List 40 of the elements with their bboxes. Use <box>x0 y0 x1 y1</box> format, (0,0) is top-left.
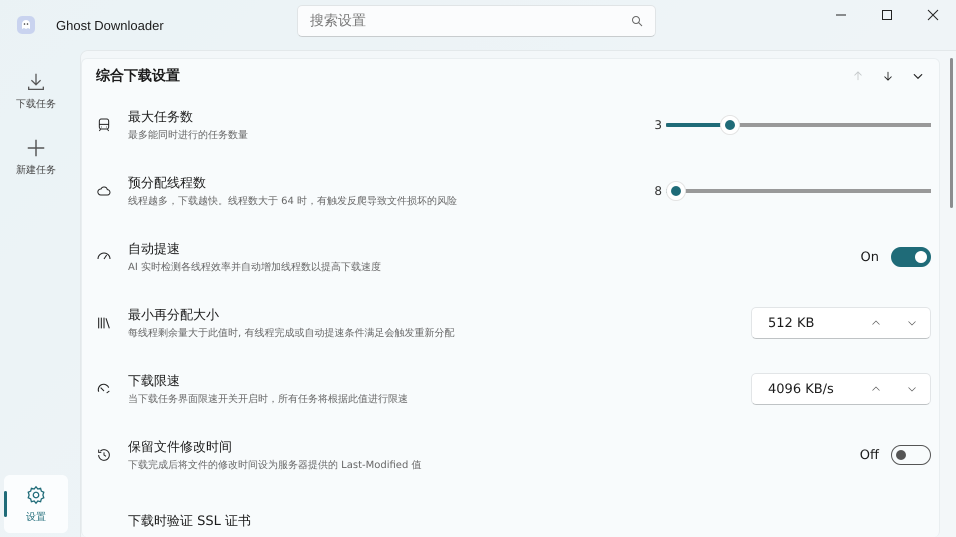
sidebar-item[interactable]: 下载任务 <box>4 62 68 120</box>
setting-title: 最大任务数 <box>128 109 194 126</box>
search-icon <box>631 15 643 27</box>
close-icon <box>927 9 939 21</box>
setting-title: 下载时验证 SSL 证书 <box>128 513 252 530</box>
search-field[interactable]: 搜索设置 <box>297 5 656 37</box>
download-icon <box>25 71 47 93</box>
setting-title: 预分配线程数 <box>128 175 207 192</box>
scrollbar[interactable] <box>950 58 953 208</box>
sidebar-item[interactable]: 新建任务 <box>4 128 68 186</box>
spin-box[interactable]: 512 KB <box>751 307 931 339</box>
slider-value: 3 <box>654 118 662 132</box>
setting-title: 下载限速 <box>128 373 181 390</box>
setting-description: 当下载任务界面限速开关开启时，所有任务将根据此值进行限速 <box>128 392 409 406</box>
value-field[interactable]: 4096 KB/s <box>768 382 858 396</box>
setting-description: 线程越多，下载越快。线程数大于 64 时，有触发反爬导致文件损坏的风险 <box>128 194 458 208</box>
section-title: 综合下载设置 <box>96 66 181 84</box>
setting-description: 下载完成后将文件的修改时间设为服务器提供的 Last-Modified 值 <box>128 458 422 472</box>
spin-box[interactable]: 4096 KB/s <box>751 373 931 405</box>
train-icon <box>96 117 112 133</box>
setting-title: 最小再分配大小 <box>128 307 220 324</box>
setting-description: 每线程剩余量大于此值时, 有线程完成或自动提速条件满足会触发重新分配 <box>128 326 456 340</box>
slider-value: 8 <box>654 184 662 198</box>
sidebar-item[interactable]: 设置 <box>4 475 68 533</box>
app-logo <box>17 16 35 34</box>
settings-icon <box>25 484 47 506</box>
books-icon <box>96 315 112 331</box>
toggle-switch[interactable] <box>891 247 931 267</box>
maximize-icon <box>881 9 893 21</box>
value-field[interactable]: 512 KB <box>768 316 858 330</box>
toggle-label: On <box>860 250 879 264</box>
window-title: Ghost Downloader <box>56 18 164 32</box>
setting-description: 最多能同时进行的任务数量 <box>128 128 249 142</box>
plus-icon <box>25 137 47 159</box>
toggle-switch[interactable] <box>891 445 931 465</box>
toggle-label: Off <box>860 448 879 462</box>
setting-title: 自动提速 <box>128 241 181 258</box>
setting-title: 保留文件修改时间 <box>128 439 233 456</box>
setting-description: AI 实时检测各线程效率并自动增加线程数以提高下载速度 <box>128 260 382 274</box>
history-icon <box>96 447 112 463</box>
